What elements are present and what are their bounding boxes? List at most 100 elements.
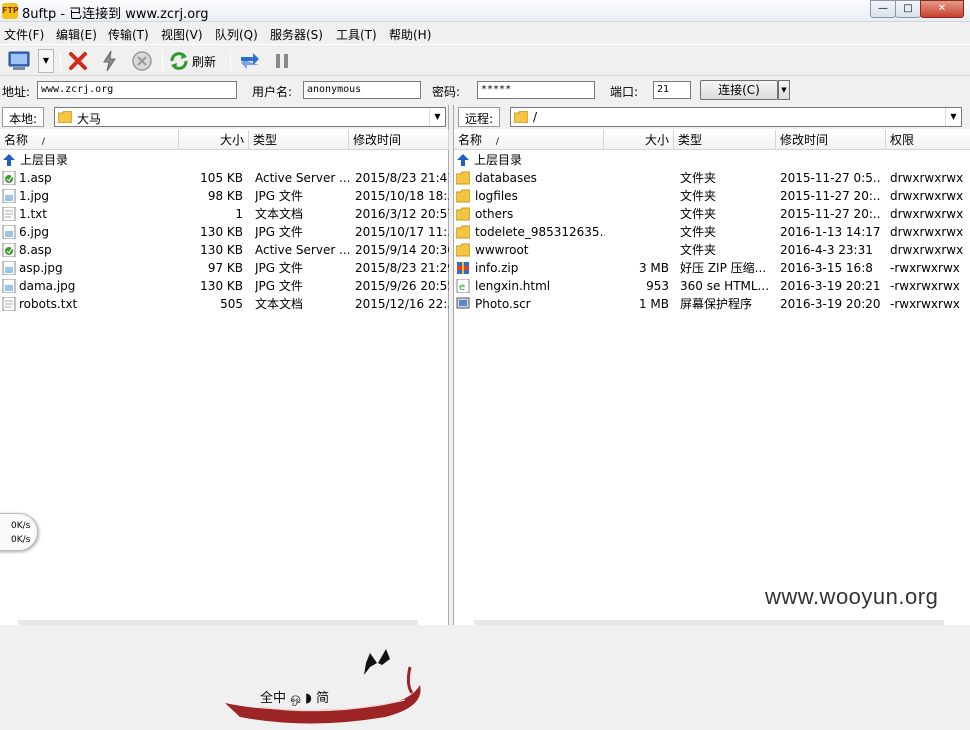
local-cell-size: 1 <box>235 207 243 221</box>
pause-button[interactable] <box>270 49 294 73</box>
toolbar-separator <box>60 51 61 71</box>
local-file-row[interactable]: asp.jpg 97 KB JPG 文件 2015/8/23 21:29 <box>0 259 449 277</box>
maximize-button[interactable]: □ <box>895 0 921 18</box>
refresh-icon <box>170 52 188 70</box>
local-col-modified[interactable]: 修改时间 <box>349 130 449 150</box>
address-label: 地址: <box>2 85 31 99</box>
menu-help[interactable]: 帮助(H) <box>389 26 431 43</box>
port-input[interactable]: 21 <box>653 81 691 99</box>
site-dropdown-button[interactable]: ▼ <box>38 49 54 73</box>
sort-indicator-icon: / <box>41 137 45 147</box>
local-cell-size: 505 <box>220 297 243 311</box>
connect-dropdown-button[interactable]: ▼ <box>778 80 790 100</box>
local-cell-name: 8.asp <box>19 243 52 257</box>
local-file-row[interactable]: 6.jpg 130 KB JPG 文件 2015/10/17 11:.. <box>0 223 449 241</box>
remote-file-row[interactable]: databases 文件夹 2015-11-27 0:5.. drwxrwxrwx <box>454 169 970 187</box>
menu-server[interactable]: 服务器(S) <box>270 26 323 43</box>
menu-edit[interactable]: 编辑(E) <box>56 26 97 43</box>
local-col-size[interactable]: 大小 <box>179 130 249 150</box>
username-input[interactable]: anonymous <box>303 81 421 99</box>
connection-bar: 地址: www.zcrj.org 用户名: anonymous 密码: ****… <box>0 77 970 103</box>
remote-cell-perm: drwxrwxrwx <box>890 171 964 185</box>
remote-file-row[interactable]: info.zip 3 MB 好压 ZIP 压缩... 2016-3-15 16:8 -r… <box>454 259 970 277</box>
menu-file[interactable]: 文件(F) <box>4 26 44 43</box>
local-path-combo[interactable]: 大马 ▼ <box>54 107 446 127</box>
local-cell-size: 130 KB <box>200 279 243 293</box>
remote-column-header: 名称 / 大小 类型 修改时间 权限 <box>454 130 970 150</box>
toolbar-separator <box>162 51 163 71</box>
local-file-row[interactable]: 1.asp 105 KB Active Server ... 2015/8/23 21… <box>0 169 449 187</box>
remote-file-row[interactable]: others 文件夹 2015-11-27 20:.. drwxrwxrwx <box>454 205 970 223</box>
local-pane: 本地: 大马 ▼ 名称 / 大小 类型 修改时间 上层目录 1.asp 105 K… <box>0 105 449 724</box>
remote-col-permissions[interactable]: 权限 <box>886 130 970 150</box>
remote-cell-type: 文件夹 <box>680 243 717 257</box>
remote-path-value: / <box>533 110 538 124</box>
local-cell-type: Active Server ... <box>255 171 349 185</box>
menu-tools[interactable]: 工具(T) <box>336 26 377 43</box>
local-file-row[interactable]: 1.jpg 98 KB JPG 文件 2015/10/18 18:.. <box>0 187 449 205</box>
remote-cell-modified: 2015-11-27 20:.. <box>780 189 881 203</box>
address-input[interactable]: www.zcrj.org <box>37 81 237 99</box>
folder-icon <box>58 111 72 123</box>
chevron-down-icon[interactable]: ▼ <box>429 108 445 126</box>
disconnect-button[interactable] <box>66 49 90 73</box>
minimize-button[interactable]: — <box>870 0 896 18</box>
local-file-row[interactable]: 1.txt 1 文本文档 2016/3/12 20:57 <box>0 205 449 223</box>
local-cell-name: dama.jpg <box>19 279 76 293</box>
remote-file-row[interactable]: wwwroot 文件夹 2016-4-3 23:31 drwxrwxrwx <box>454 241 970 259</box>
remote-up-dir-row[interactable]: 上层目录 <box>454 151 970 169</box>
local-cell-name: robots.txt <box>19 297 78 311</box>
local-cell-type: 文本文档 <box>255 297 304 311</box>
local-file-row[interactable]: dama.jpg 130 KB JPG 文件 2015/9/26 20:55 <box>0 277 449 295</box>
local-column-header: 名称 / 大小 类型 修改时间 <box>0 130 449 150</box>
remote-cell-modified: 2016-3-15 16:8 <box>780 261 873 275</box>
local-cell-modified: 2015/12/16 22:.. <box>355 297 449 311</box>
remote-hscrollbar[interactable] <box>474 620 944 625</box>
local-col-type[interactable]: 类型 <box>249 130 349 150</box>
reconnect-button[interactable] <box>98 49 122 73</box>
remote-file-row[interactable]: Photo.scr 1 MB 屏幕保护程序 2016-3-19 20:20 -rwxrw… <box>454 295 970 313</box>
app-icon: FTP <box>2 3 19 19</box>
menu-view[interactable]: 视图(V) <box>161 26 203 43</box>
asp-file-icon <box>2 171 16 185</box>
remote-col-size[interactable]: 大小 <box>604 130 674 150</box>
local-col-name[interactable]: 名称 / <box>0 130 179 150</box>
transfer-arrows-icon <box>241 53 259 69</box>
connect-button[interactable]: 连接(C) <box>700 80 778 100</box>
chevron-down-icon[interactable]: ▼ <box>945 108 961 126</box>
menu-transfer[interactable]: 传输(T) <box>108 26 149 43</box>
password-input[interactable]: ***** <box>477 81 595 99</box>
window-title: 8uftp - 已连接到 www.zcrj.org <box>22 7 209 22</box>
zip-file-icon <box>457 262 469 274</box>
remote-col-modified[interactable]: 修改时间 <box>776 130 886 150</box>
remote-col-name[interactable]: 名称 / <box>454 130 604 150</box>
remote-cell-size: 1 MB <box>638 297 669 311</box>
remote-cell-modified: 2016-3-19 20:21 <box>780 279 881 293</box>
download-speed: 0K/s <box>11 535 31 545</box>
remote-cell-type: 360 se HTML... <box>680 279 770 293</box>
remote-file-list: 上层目录 databases 文件夹 2015-11-27 0:5.. drwxrwx… <box>454 151 970 313</box>
scr-file-icon <box>456 297 470 309</box>
local-up-dir-row[interactable]: 上层目录 <box>0 151 448 169</box>
local-cell-name: 1.asp <box>19 171 52 185</box>
stop-button[interactable] <box>130 49 154 73</box>
transfer-button[interactable] <box>238 49 262 73</box>
refresh-button[interactable]: 刷新 <box>168 49 224 73</box>
remote-path-combo[interactable]: / ▼ <box>510 107 962 127</box>
stop-icon <box>132 51 152 71</box>
username-label: 用户名: <box>252 85 293 99</box>
local-file-row[interactable]: 8.asp 130 KB Active Server ... 2015/9/14 20… <box>0 241 449 259</box>
remote-cell-perm: -rwxrwxrwx <box>890 279 960 293</box>
remote-col-type[interactable]: 类型 <box>674 130 776 150</box>
remote-file-row[interactable]: e lengxin.html 953 360 se HTML... 2016-3-19 … <box>454 277 970 295</box>
remote-file-row[interactable]: logfiles 文件夹 2015-11-27 20:.. drwxrwxrwx <box>454 187 970 205</box>
remote-cell-name: lengxin.html <box>475 279 551 293</box>
local-hscrollbar[interactable] <box>18 620 418 625</box>
local-file-list: 上层目录 1.asp 105 KB Active Server ... 2015/8/… <box>0 151 449 313</box>
menu-queue[interactable]: 队列(Q) <box>215 26 258 43</box>
site-manager-button[interactable] <box>6 49 34 73</box>
local-file-row[interactable]: robots.txt 505 文本文档 2015/12/16 22:.. <box>0 295 449 313</box>
close-button[interactable]: ✕ <box>920 0 964 18</box>
local-cell-modified: 2015/9/26 20:55 <box>355 279 449 293</box>
remote-file-row[interactable]: todelete_985312635... 文件夹 2016-1-13 14:17 d… <box>454 223 970 241</box>
